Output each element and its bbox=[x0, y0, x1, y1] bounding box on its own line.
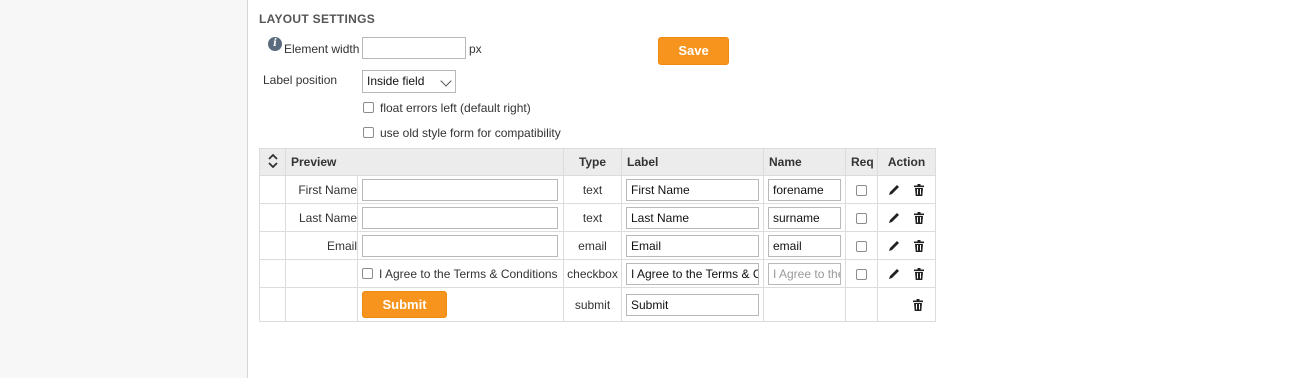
pencil-icon[interactable] bbox=[887, 183, 901, 197]
preview-label: First Name bbox=[285, 175, 358, 204]
label-position-label: Label position bbox=[263, 73, 338, 87]
type-cell: text bbox=[563, 175, 622, 204]
submit-button[interactable]: Submit bbox=[362, 291, 447, 318]
required-checkbox[interactable] bbox=[856, 268, 867, 280]
label-position-select[interactable]: Inside field bbox=[362, 70, 456, 93]
sort-icon[interactable] bbox=[267, 153, 278, 168]
trash-icon[interactable] bbox=[912, 267, 926, 281]
label-input[interactable]: Last Name bbox=[626, 206, 759, 229]
element-width-unit: px bbox=[469, 42, 482, 56]
required-checkbox[interactable] bbox=[856, 212, 867, 224]
table-row: Last Name text Last Name surname bbox=[259, 203, 936, 232]
float-errors-option[interactable]: float errors left (default right) bbox=[363, 101, 531, 115]
old-style-checkbox[interactable] bbox=[363, 127, 374, 139]
left-gutter bbox=[0, 0, 248, 378]
trash-icon[interactable] bbox=[912, 239, 926, 253]
label-position-value: Inside field bbox=[367, 74, 425, 88]
drag-handle-cell[interactable] bbox=[259, 259, 286, 288]
float-errors-label: float errors left (default right) bbox=[380, 101, 531, 115]
trash-icon[interactable] bbox=[912, 211, 926, 225]
save-button[interactable]: Save bbox=[658, 37, 729, 65]
old-style-label: use old style form for compatibility bbox=[380, 126, 561, 140]
req-cell bbox=[845, 287, 878, 322]
name-input[interactable]: email bbox=[768, 234, 841, 257]
type-cell: checkbox bbox=[563, 259, 622, 288]
table-header-row: Preview Type Label Name Req Action bbox=[259, 148, 936, 176]
drag-handle-cell bbox=[259, 287, 286, 322]
preview-input bbox=[362, 206, 558, 229]
float-errors-checkbox[interactable] bbox=[363, 102, 374, 114]
preview-label bbox=[285, 287, 358, 322]
name-cell bbox=[763, 287, 846, 322]
name-header: Name bbox=[763, 148, 846, 176]
fields-table: Preview Type Label Name Req Action First… bbox=[259, 148, 936, 322]
drag-handle-cell[interactable] bbox=[259, 231, 286, 260]
element-width-input[interactable] bbox=[362, 37, 466, 59]
pencil-icon[interactable] bbox=[887, 239, 901, 253]
sort-header[interactable] bbox=[259, 148, 286, 176]
label-input[interactable]: First Name bbox=[626, 178, 759, 201]
table-row: I Agree to the Terms & Conditions checkb… bbox=[259, 259, 936, 288]
preview-input bbox=[362, 178, 558, 201]
label-input[interactable]: I Agree to the Terms & Conditions bbox=[626, 262, 759, 285]
preview-input bbox=[362, 234, 558, 257]
table-row: Submit submit Submit bbox=[259, 287, 936, 322]
trash-icon[interactable] bbox=[911, 298, 925, 312]
label-input[interactable]: Submit bbox=[626, 293, 759, 316]
preview-checkbox bbox=[362, 267, 373, 279]
trash-icon[interactable] bbox=[912, 183, 926, 197]
preview-checkbox-label: I Agree to the Terms & Conditions bbox=[379, 266, 558, 281]
section-title: LAYOUT SETTINGS bbox=[259, 12, 376, 26]
req-header: Req bbox=[845, 148, 878, 176]
preview-header: Preview bbox=[285, 148, 564, 176]
preview-label bbox=[285, 259, 358, 288]
table-row: First Name text First Name forename bbox=[259, 175, 936, 204]
label-input[interactable]: Email bbox=[626, 234, 759, 257]
type-header: Type bbox=[563, 148, 622, 176]
name-input[interactable]: I Agree to the Terms & Conditions bbox=[768, 262, 841, 285]
drag-handle-cell[interactable] bbox=[259, 175, 286, 204]
action-header: Action bbox=[877, 148, 936, 176]
type-cell: submit bbox=[563, 287, 622, 322]
type-cell: email bbox=[563, 231, 622, 260]
required-checkbox[interactable] bbox=[856, 240, 867, 252]
preview-label: Email bbox=[285, 231, 358, 260]
element-width-label: Element width bbox=[284, 42, 360, 56]
info-icon[interactable]: i bbox=[268, 37, 282, 51]
drag-handle-cell[interactable] bbox=[259, 203, 286, 232]
name-input[interactable]: surname bbox=[768, 206, 841, 229]
preview-label: Last Name bbox=[285, 203, 358, 232]
pencil-icon[interactable] bbox=[887, 211, 901, 225]
pencil-icon[interactable] bbox=[887, 267, 901, 281]
table-row: Email email Email email bbox=[259, 231, 936, 260]
name-input[interactable]: forename bbox=[768, 178, 841, 201]
chevron-down-icon bbox=[440, 75, 452, 87]
old-style-option[interactable]: use old style form for compatibility bbox=[363, 126, 561, 140]
required-checkbox[interactable] bbox=[856, 184, 867, 196]
label-header: Label bbox=[621, 148, 764, 176]
type-cell: text bbox=[563, 203, 622, 232]
